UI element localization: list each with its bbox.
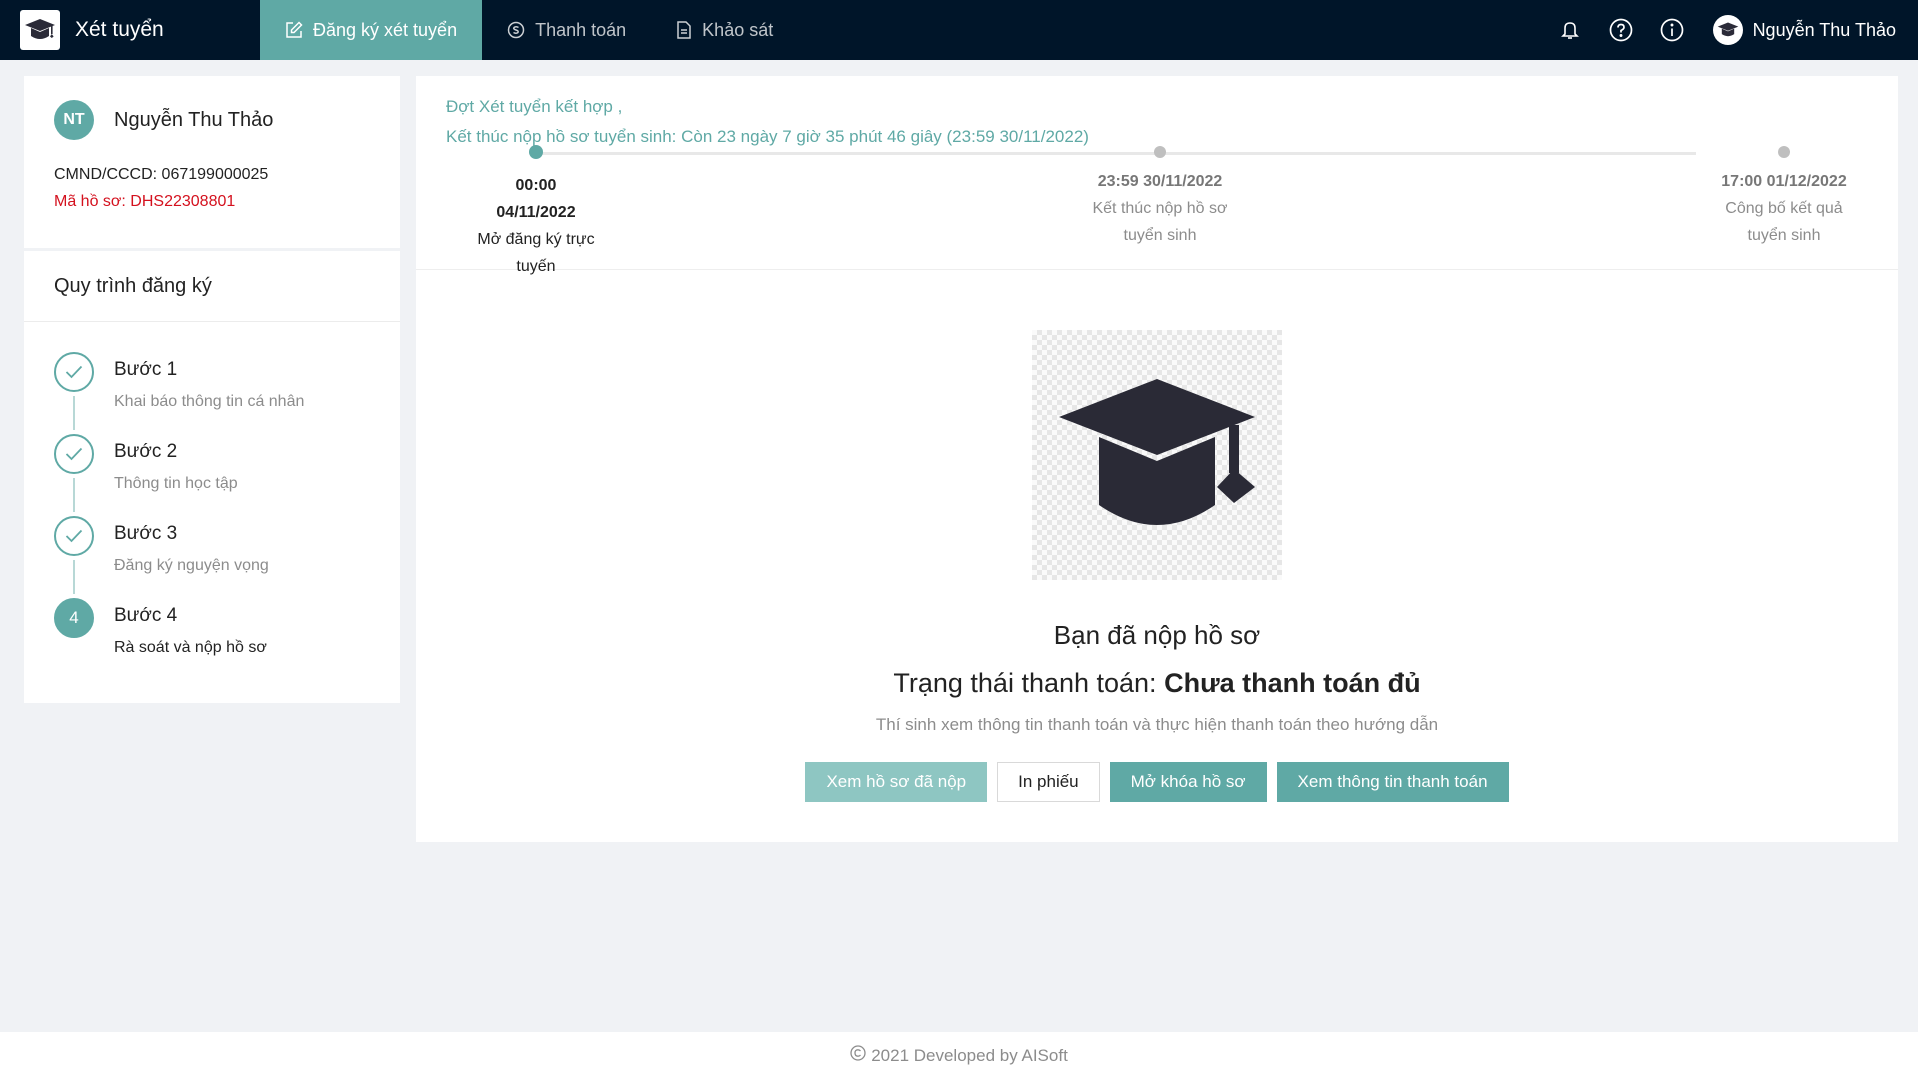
main-nav: Đăng ký xét tuyển Thanh toán Khảo sát — [260, 0, 798, 60]
graduation-cap-icon — [20, 10, 60, 50]
check-icon — [54, 516, 94, 556]
footer-text: 2021 Developed by AISoft — [871, 1045, 1068, 1065]
milestone-date: 17:00 01/12/2022 — [1721, 173, 1847, 190]
step-description: Đăng ký nguyện vọng — [114, 557, 269, 574]
profile-application-code: Mã hồ sơ: DHS22308801 — [54, 193, 236, 210]
nav-payment-label: Thanh toán — [535, 19, 627, 40]
step-3[interactable]: Bước 3 Đăng ký nguyện vọng — [54, 516, 370, 598]
step-description: Rà soát và nộp hồ sơ — [114, 639, 267, 656]
step-title: Bước 3 — [114, 523, 178, 544]
milestone-close: 23:59 30/11/2022 Kết thúc nộp hồ sơ tuyể… — [1060, 168, 1260, 249]
profile-id-number: CMND/CCCD: 067199000025 — [54, 166, 269, 183]
brand-title: Xét tuyển — [75, 18, 164, 41]
step-title: Bước 1 — [114, 359, 178, 380]
unlock-button[interactable]: Mở khóa hồ sơ — [1109, 762, 1267, 802]
step-text: Bước 1 Khai báo thông tin cá nhân — [114, 352, 304, 434]
edit-icon — [285, 21, 303, 39]
avatar — [1712, 15, 1743, 45]
milestone-date: 00:00 04/11/2022 — [496, 177, 576, 221]
milestone-open: 00:00 04/11/2022 Mở đăng ký trực tuyến — [436, 172, 636, 280]
nav-payment[interactable]: Thanh toán — [482, 0, 651, 60]
profile-name: Nguyễn Thu Thảo — [114, 108, 274, 131]
step-connector — [73, 396, 75, 430]
nav-register-label: Đăng ký xét tuyển — [313, 19, 458, 40]
top-header: Xét tuyển Đăng ký xét tuyển Thanh toán K… — [0, 0, 1918, 60]
process-title: Quy trình đăng ký — [24, 251, 400, 322]
check-icon — [54, 352, 94, 392]
payment-status-value: Chưa thanh toán đủ — [1164, 668, 1421, 698]
payment-status: Trạng thái thanh toán: Chưa thanh toán đ… — [416, 668, 1898, 699]
round-name: Đợt Xét tuyển kết hợp , — [446, 97, 623, 116]
step-title: Bước 4 — [114, 605, 178, 626]
step-description: Thông tin học tập — [114, 475, 238, 492]
profile-card: NT Nguyễn Thu Thảo CMND/CCCD: 0671990000… — [24, 76, 400, 248]
step-2[interactable]: Bước 2 Thông tin học tập — [54, 434, 370, 516]
step-text: Bước 4 Rà soát và nộp hồ sơ — [114, 598, 267, 668]
payment-hint: Thí sinh xem thông tin thanh toán và thự… — [875, 715, 1439, 734]
main-content: Đợt Xét tuyển kết hợp , Kết thúc nộp hồ … — [416, 76, 1898, 842]
nav-survey-label: Khảo sát — [702, 19, 774, 40]
user-menu[interactable]: Nguyễn Thu Thảo — [1712, 15, 1896, 45]
step-4[interactable]: 4 Bước 4 Rà soát và nộp hồ sơ — [54, 598, 370, 668]
timeline-dot-result — [1778, 146, 1790, 158]
step-text: Bước 3 Đăng ký nguyện vọng — [114, 516, 269, 598]
profile-head: NT Nguyễn Thu Thảo — [54, 100, 370, 140]
submission-status: Bạn đã nộp hồ sơ — [1053, 620, 1261, 650]
step-list: Bước 1 Khai báo thông tin cá nhân Bước 2… — [24, 322, 400, 703]
step-title: Bước 2 — [114, 441, 178, 462]
header-actions: Nguyễn Thu Thảo — [1532, 0, 1918, 60]
action-buttons: Xem hồ sơ đã nộp In phiếu Mở khóa hồ sơ … — [416, 762, 1898, 802]
milestone-date: 23:59 30/11/2022 — [1097, 173, 1223, 190]
footer: 2021 Developed by AISoft — [0, 1032, 1918, 1079]
help-icon[interactable] — [1608, 17, 1634, 43]
timeline-dot-open — [529, 145, 543, 159]
nav-register[interactable]: Đăng ký xét tuyển — [260, 0, 483, 60]
step-connector — [73, 560, 75, 594]
avatar: NT — [54, 100, 94, 140]
document-icon — [676, 21, 692, 39]
timeline-track — [536, 152, 1696, 155]
step-connector — [73, 478, 75, 512]
step-1[interactable]: Bước 1 Khai báo thông tin cá nhân — [54, 352, 370, 434]
nav-survey[interactable]: Khảo sát — [651, 0, 798, 60]
payment-icon — [507, 21, 525, 39]
process-card: Quy trình đăng ký Bước 1 Khai báo thông … — [24, 251, 400, 703]
sidebar: NT Nguyễn Thu Thảo CMND/CCCD: 0671990000… — [24, 76, 400, 703]
milestone-name: Công bố kết quả tuyển sinh — [1725, 200, 1843, 244]
check-icon — [54, 434, 94, 474]
timeline-dot-close — [1154, 146, 1166, 158]
step-description: Khai báo thông tin cá nhân — [114, 393, 305, 410]
timeline-panel: Đợt Xét tuyển kết hợp , Kết thúc nộp hồ … — [416, 76, 1898, 275]
view-payment-button[interactable]: Xem thông tin thanh toán — [1276, 762, 1509, 802]
user-name: Nguyễn Thu Thảo — [1752, 19, 1896, 40]
copyright-icon — [850, 1045, 866, 1066]
step-text: Bước 2 Thông tin học tập — [114, 434, 238, 516]
print-button[interactable]: In phiếu — [997, 762, 1100, 802]
milestone-name: Kết thúc nộp hồ sơ tuyển sinh — [1092, 200, 1228, 244]
info-icon[interactable] — [1659, 17, 1685, 43]
view-submitted-button[interactable]: Xem hồ sơ đã nộp — [805, 762, 988, 802]
milestone-result: 17:00 01/12/2022 Công bố kết quả tuyển s… — [1684, 168, 1884, 249]
brand[interactable]: Xét tuyển — [0, 0, 260, 60]
payment-status-label: Trạng thái thanh toán: — [893, 668, 1157, 698]
step-number-badge: 4 — [54, 598, 94, 638]
graduation-cap-icon — [1032, 330, 1282, 580]
status-panel: Bạn đã nộp hồ sơ Trạng thái thanh toán: … — [416, 270, 1898, 841]
bell-icon[interactable] — [1557, 17, 1583, 43]
